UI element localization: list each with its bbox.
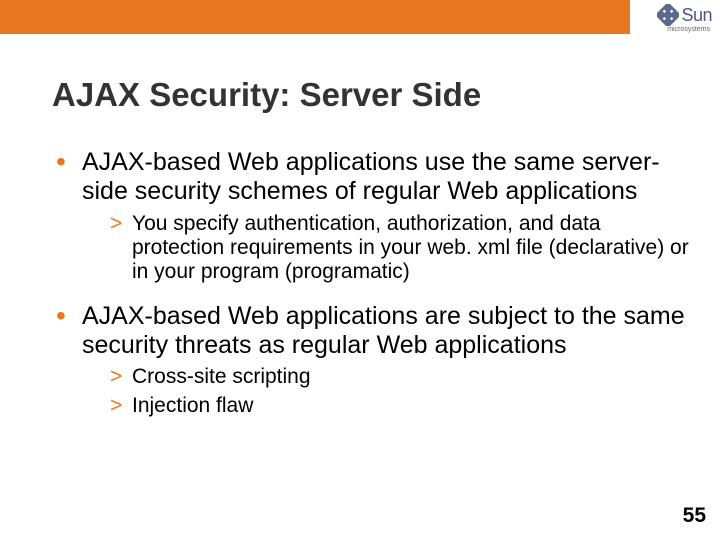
sun-logo-sublabel: microsystems [667, 26, 710, 33]
sub-bullet-list: Cross-site scripting Injection flaw [82, 365, 690, 417]
sun-logo: Sun [657, 4, 712, 26]
sub-bullet-item: Cross-site scripting [82, 365, 690, 389]
sub-bullet-text: You specify authentication, authorizatio… [132, 212, 690, 284]
sub-bullet-list: You specify authentication, authorizatio… [82, 212, 690, 284]
slide-content: AJAX Security: Server Side AJAX-based We… [52, 76, 690, 436]
bullet-item: AJAX-based Web applications are subject … [52, 302, 690, 418]
sub-bullet-item: Injection flaw [82, 394, 690, 418]
bullet-list: AJAX-based Web applications use the same… [52, 148, 690, 418]
header-accent-bar [0, 0, 630, 34]
sun-logo-text: Sun [681, 5, 712, 26]
bullet-text: AJAX-based Web applications are subject … [82, 302, 690, 360]
bullet-text: AJAX-based Web applications use the same… [82, 148, 690, 206]
sub-bullet-text: Cross-site scripting [132, 365, 690, 389]
slide-title: AJAX Security: Server Side [52, 76, 690, 114]
sub-bullet-item: You specify authentication, authorizatio… [82, 212, 690, 284]
sub-bullet-text: Injection flaw [132, 394, 690, 418]
sun-icon [657, 4, 679, 26]
bullet-item: AJAX-based Web applications use the same… [52, 148, 690, 284]
page-number: 55 [683, 504, 706, 528]
